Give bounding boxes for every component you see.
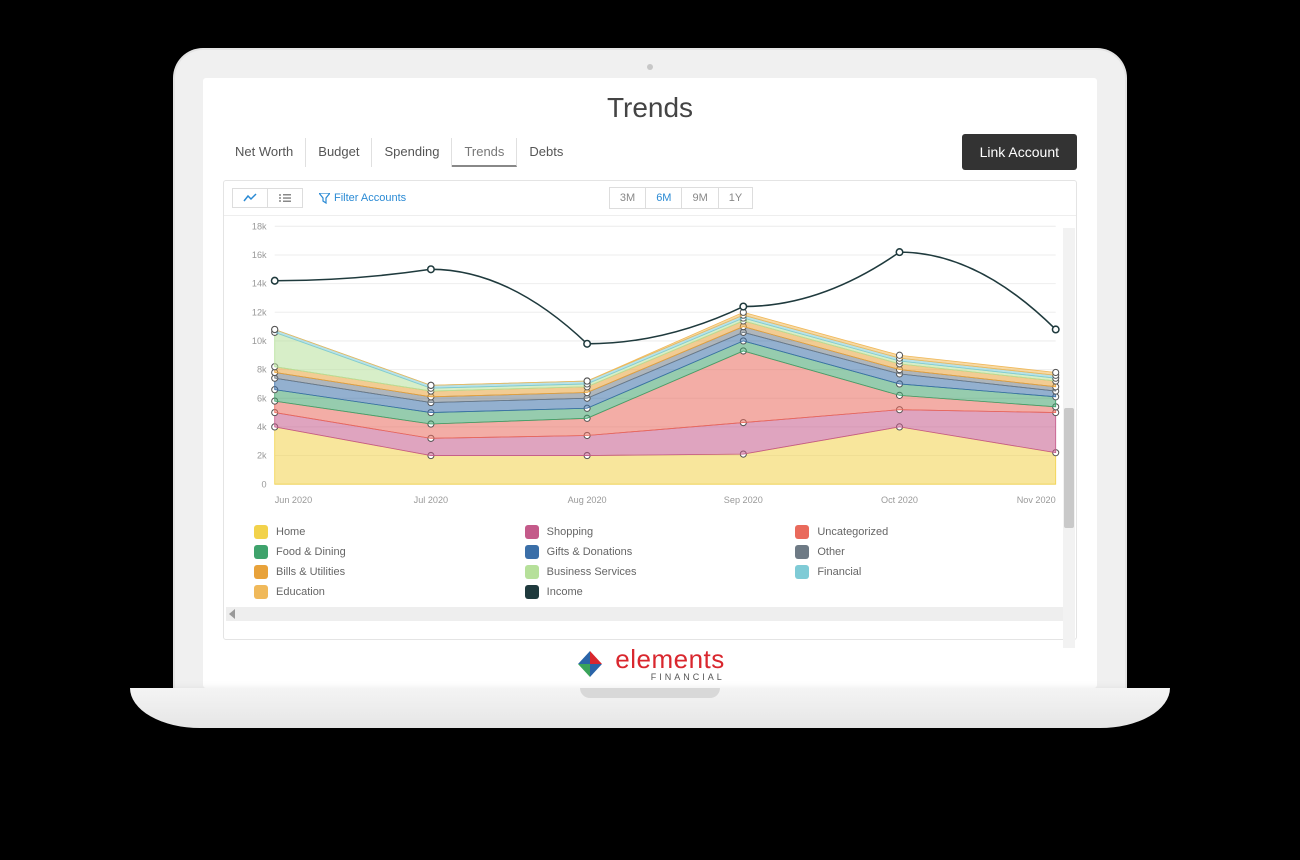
legend-item[interactable]: Other [795,545,1046,559]
legend-swatch [525,565,539,579]
legend-label: Gifts & Donations [547,546,633,558]
legend-swatch [795,565,809,579]
legend-swatch [254,565,268,579]
filter-icon [319,193,330,204]
legend-swatch [254,585,268,599]
legend-item[interactable]: Financial [795,565,1046,579]
scrollbar-thumb[interactable] [1064,408,1074,528]
legend-swatch [525,545,539,559]
panel-toolbar: Filter Accounts 3M6M9M1Y [224,181,1076,216]
legend-label: Other [817,546,845,558]
camera-icon [647,64,653,70]
link-account-button[interactable]: Link Account [962,134,1077,170]
svg-text:12k: 12k [252,307,267,317]
screen-bezel: Trends Net WorthBudgetSpendingTrendsDebt… [175,50,1125,690]
legend-label: Uncategorized [817,526,888,538]
svg-text:Nov 2020: Nov 2020 [1017,495,1056,505]
legend-label: Education [276,586,325,598]
legend-swatch [525,525,539,539]
line-chart-icon [243,193,257,203]
svg-text:Sep 2020: Sep 2020 [724,495,763,505]
tab-strip: Net WorthBudgetSpendingTrendsDebts [223,138,575,167]
svg-text:Oct 2020: Oct 2020 [881,495,918,505]
list-icon [278,193,292,203]
legend-item[interactable]: Shopping [525,525,776,539]
legend-swatch [254,545,268,559]
filter-accounts-label: Filter Accounts [334,192,406,204]
chart-area[interactable]: 0 2k 4k 6k 8k 10k 12k 14k 16k 18k Jun 2020 Jul 2020… [224,216,1076,515]
svg-text:Jul 2020: Jul 2020 [414,495,448,505]
legend-swatch [254,525,268,539]
range-group: 3M6M9M1Y [609,187,753,209]
legend-label: Business Services [547,566,637,578]
legend-label: Shopping [547,526,594,538]
range-9m[interactable]: 9M [682,187,718,209]
brand-footer: elements FINANCIAL [203,646,1097,682]
svg-text:16k: 16k [252,250,267,260]
legend-item[interactable]: Bills & Utilities [254,565,505,579]
svg-text:Aug 2020: Aug 2020 [568,495,607,505]
svg-text:8k: 8k [257,365,267,375]
brand-text-wrap: elements FINANCIAL [615,646,725,682]
legend-label: Food & Dining [276,546,346,558]
svg-text:0: 0 [262,479,267,489]
legend-item[interactable]: Food & Dining [254,545,505,559]
legend-label: Home [276,526,305,538]
horizontal-scrollbar[interactable] [226,607,1074,621]
list-view-button[interactable] [268,188,303,208]
range-1y[interactable]: 1Y [719,187,753,209]
laptop-mockup: Trends Net WorthBudgetSpendingTrendsDebt… [130,50,1170,770]
brand-logo-icon [575,649,605,679]
svg-text:6k: 6k [257,393,267,403]
filter-accounts-button[interactable]: Filter Accounts [311,188,414,208]
chart-view-button[interactable] [232,188,268,208]
legend-item[interactable]: Gifts & Donations [525,545,776,559]
tab-debts[interactable]: Debts [517,138,575,167]
svg-text:4k: 4k [257,422,267,432]
legend-item[interactable]: Home [254,525,505,539]
page-title: Trends [203,78,1097,134]
range-6m[interactable]: 6M [646,187,682,209]
trends-chart: 0 2k 4k 6k 8k 10k 12k 14k 16k 18k Jun 2020 Jul 2020… [224,216,1076,515]
legend-label: Income [547,586,583,598]
laptop-base [130,688,1170,728]
legend-item[interactable]: Uncategorized [795,525,1046,539]
legend-swatch [525,585,539,599]
trends-panel: Filter Accounts 3M6M9M1Y 0 2k 4k 6k 8k 10k 12k… [223,180,1077,640]
topbar: Net WorthBudgetSpendingTrendsDebts Link … [203,134,1097,180]
app-screen: Trends Net WorthBudgetSpendingTrendsDebt… [203,78,1097,688]
legend-label: Financial [817,566,861,578]
tab-budget[interactable]: Budget [306,138,372,167]
svg-text:14k: 14k [252,279,267,289]
legend-item[interactable]: Income [525,585,776,599]
tab-trends[interactable]: Trends [452,138,517,167]
svg-text:2k: 2k [257,451,267,461]
brand-name: elements [615,646,725,672]
legend-item[interactable]: Education [254,585,505,599]
svg-text:Jun 2020: Jun 2020 [275,495,312,505]
svg-text:18k: 18k [252,221,267,231]
legend: Home Shopping Uncategorized Food & Dining Gi… [224,515,1076,607]
range-3m[interactable]: 3M [609,187,646,209]
legend-item[interactable]: Business Services [525,565,776,579]
vertical-scrollbar[interactable] [1063,228,1075,648]
tab-spending[interactable]: Spending [372,138,452,167]
legend-swatch [795,545,809,559]
tab-net-worth[interactable]: Net Worth [223,138,306,167]
legend-label: Bills & Utilities [276,566,345,578]
svg-text:10k: 10k [252,336,267,346]
legend-swatch [795,525,809,539]
